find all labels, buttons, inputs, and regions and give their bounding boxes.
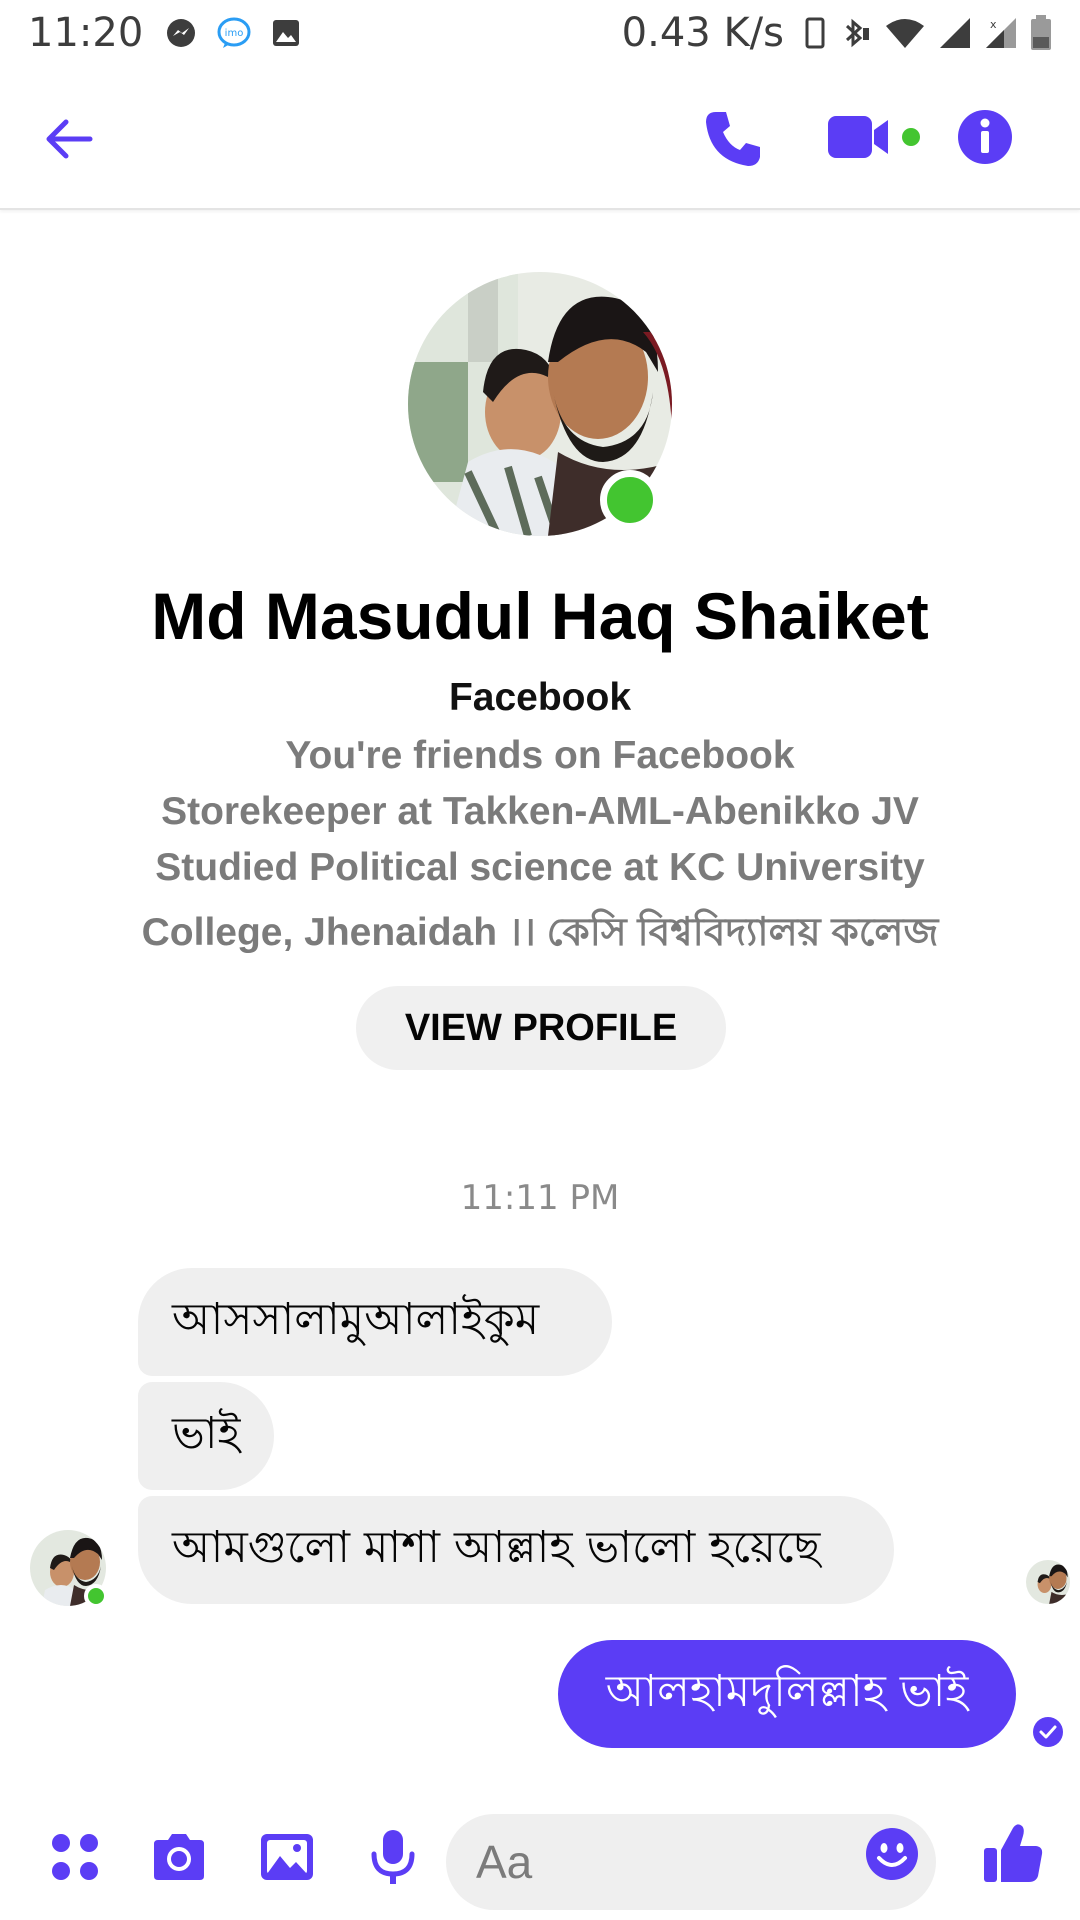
- messenger-icon: [167, 19, 196, 47]
- svg-text:x: x: [990, 18, 997, 31]
- camera-icon[interactable]: [148, 1826, 210, 1888]
- battery-icon: [1031, 15, 1051, 50]
- thumbs-up-icon[interactable]: [982, 1820, 1044, 1886]
- page-title: Md Masudul Haq Shaiket: [151, 579, 929, 653]
- video-camera-icon[interactable]: [826, 112, 926, 164]
- outgoing-message[interactable]: আলহামদুলিল্লাহ ভাই: [558, 1640, 1016, 1748]
- gallery-icon: [273, 20, 300, 46]
- message-timestamp: 11:11 PM: [460, 1178, 620, 1218]
- apps-icon[interactable]: [44, 1826, 106, 1888]
- seen-photo: [1026, 1560, 1070, 1604]
- message-composer: Aa: [0, 1790, 1080, 1920]
- info-icon[interactable]: [956, 108, 1014, 166]
- profile-info-line: You're friends on Facebook: [285, 734, 795, 777]
- microphone-icon[interactable]: [362, 1826, 424, 1888]
- profile-info-line: Storekeeper at Takken-AML-Abenikko JV: [161, 790, 919, 833]
- profile-info-line: Studied Political science at KC Universi…: [155, 846, 925, 889]
- online-status-indicator: [600, 470, 660, 530]
- phone-icon[interactable]: [702, 108, 764, 170]
- imo-icon: imo: [217, 17, 251, 48]
- image-icon[interactable]: [256, 1826, 318, 1888]
- back-arrow-icon[interactable]: [40, 110, 98, 168]
- incoming-message[interactable]: ভাই: [138, 1382, 274, 1490]
- view-profile-button[interactable]: VIEW PROFILE: [356, 986, 726, 1070]
- message-text: আমগুলো মাশা আল্লাহ ভালো হয়েছে: [172, 1521, 821, 1573]
- network-speed: 0.43 K/s: [621, 10, 784, 56]
- online-status-indicator: [84, 1584, 108, 1608]
- bluetooth-icon: [845, 18, 869, 48]
- svg-text:imo: imo: [225, 28, 244, 39]
- conversation-header: [0, 66, 1080, 210]
- wifi-icon: [886, 19, 924, 48]
- message-text: আলহামদুলিল্লাহ ভাই: [605, 1665, 969, 1717]
- message-input[interactable]: Aa: [446, 1814, 936, 1910]
- signal-icon: x: [986, 18, 1016, 48]
- vibrate-icon: [805, 17, 825, 49]
- emoji-icon[interactable]: [864, 1826, 920, 1882]
- status-system-icons: 0.43 K/s x: [622, 10, 1052, 56]
- incoming-message[interactable]: আসসালামুআলাইকুম: [138, 1268, 612, 1376]
- message-input-placeholder: Aa: [476, 1836, 533, 1888]
- incoming-message[interactable]: আমগুলো মাশা আল্লাহ ভালো হয়েছে: [138, 1496, 894, 1604]
- status-notification-icons: imo: [165, 17, 301, 49]
- delivered-check-icon: [1033, 1717, 1063, 1747]
- message-text: ভাই: [172, 1407, 241, 1459]
- signal-icon: [940, 18, 970, 48]
- profile-source: Facebook: [448, 676, 632, 719]
- message-text: আসসালামুআলাইকুম: [172, 1293, 540, 1345]
- seen-indicator-avatar: [1026, 1560, 1070, 1604]
- status-time: 11:20: [28, 10, 144, 56]
- profile-info-line: College, Jhenaidah ।। কেসি বিশ্ববিদ্যালয…: [141, 911, 939, 954]
- status-bar: 11:20 imo 0.43 K/s x: [0, 0, 1080, 66]
